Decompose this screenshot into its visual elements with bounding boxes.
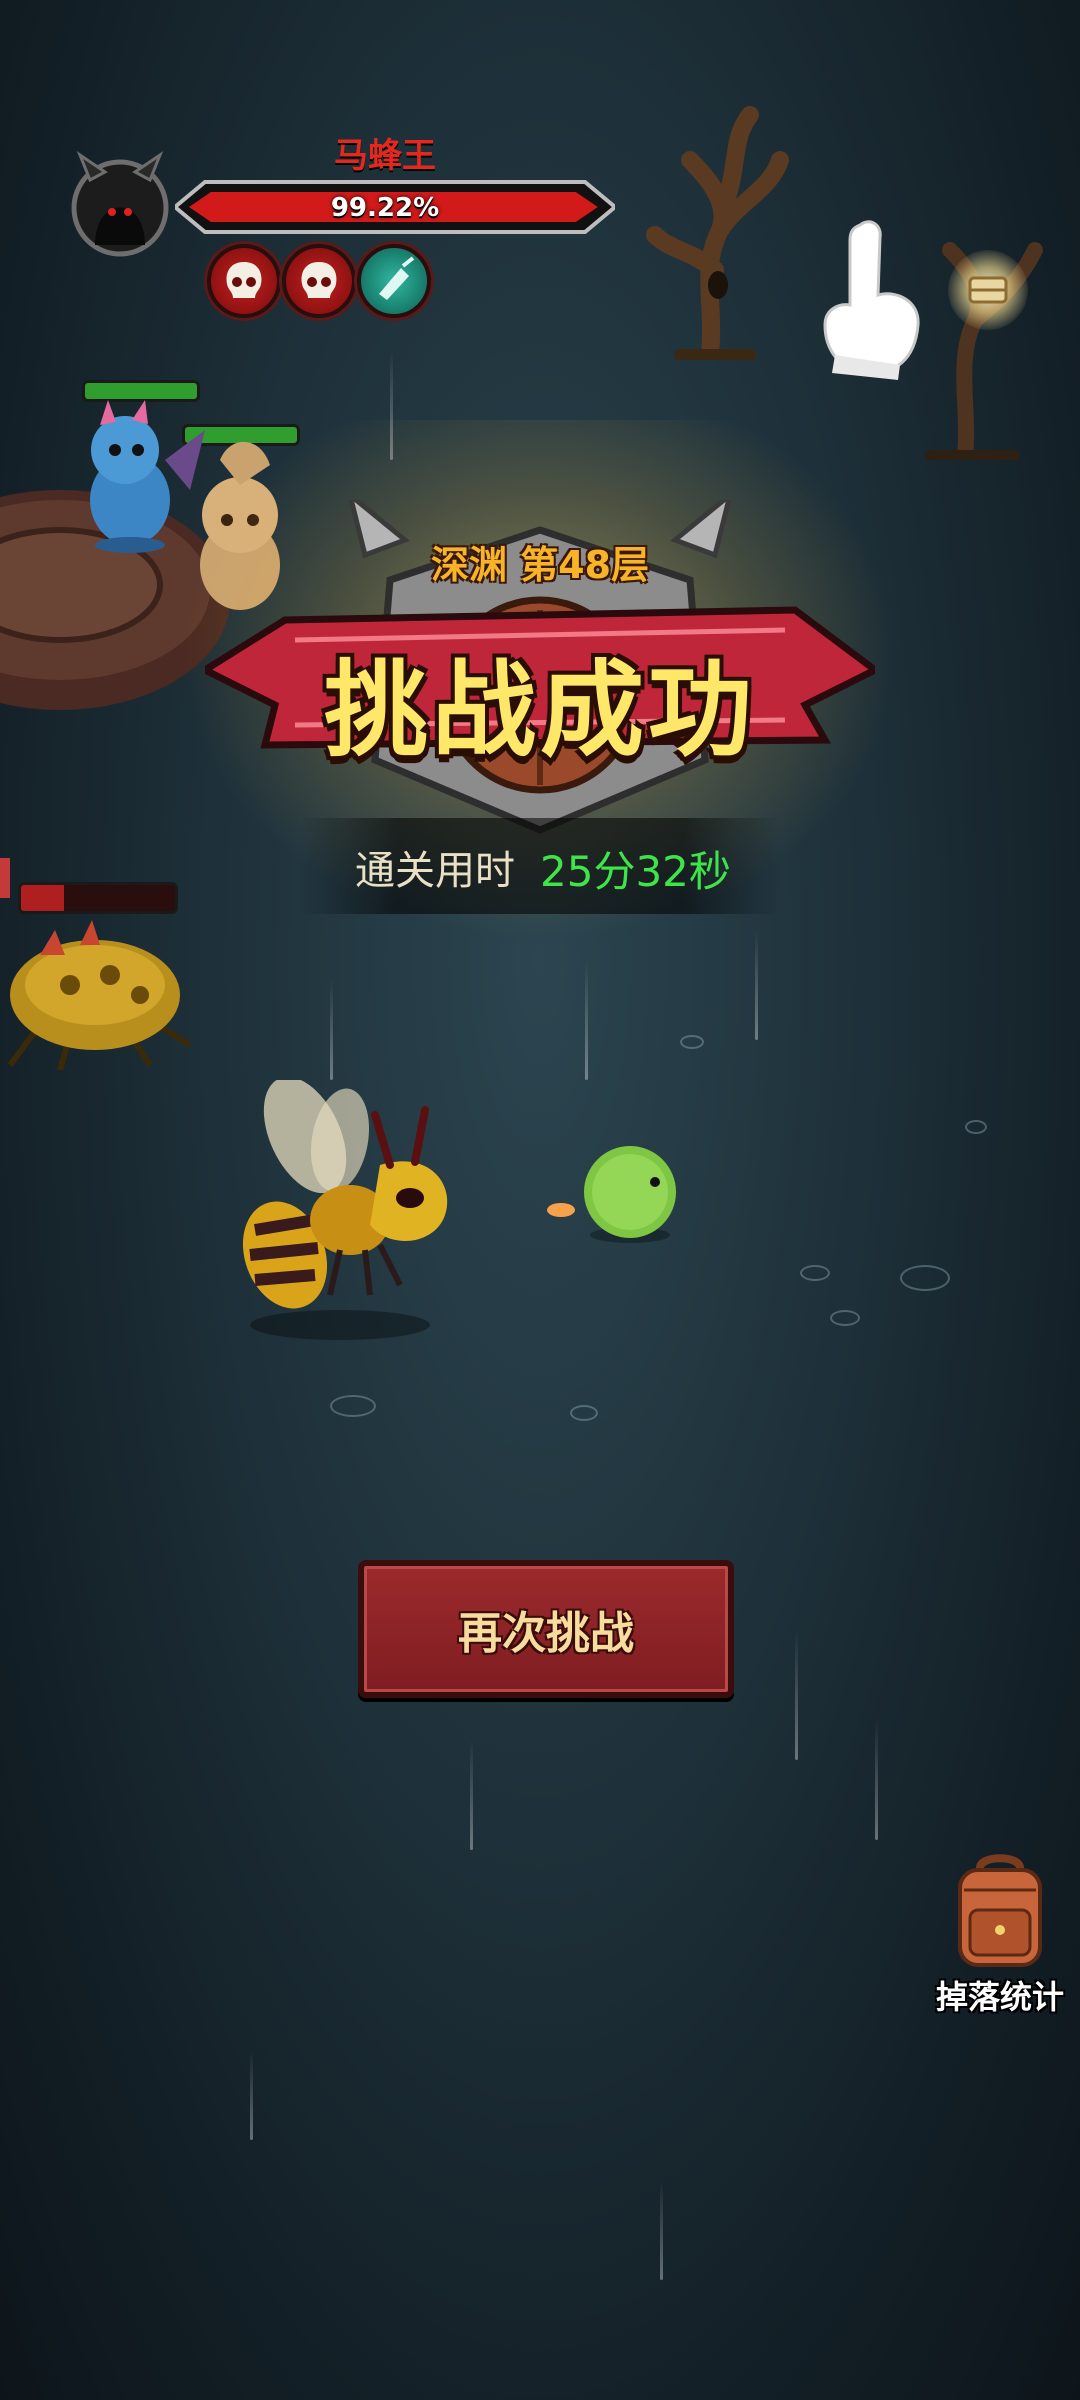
rain-streak: [250, 2050, 253, 2140]
skull-buff-icon[interactable]: [282, 244, 356, 318]
green-fuzzball-hero: [584, 1146, 676, 1243]
rain-streak: [330, 980, 333, 1080]
rain-puddle: [900, 1265, 950, 1291]
rain-streak: [875, 1720, 878, 1840]
drop-stats-button[interactable]: 掉落统计: [930, 1850, 1070, 2020]
boss-name: 马蜂王: [334, 136, 436, 176]
sweep-buff-icon[interactable]: [357, 244, 431, 318]
boss-avatar: [71, 150, 169, 257]
rain-streak: [660, 2180, 663, 2280]
rain-puddle: [330, 1395, 376, 1417]
clear-time-value: 25分32秒: [540, 847, 731, 896]
rain-streak: [470, 1740, 473, 1850]
skull-buff-icon[interactable]: [207, 244, 281, 318]
enemy-marker-icon: [0, 858, 10, 898]
rain-streak: [755, 930, 758, 1040]
dead-tree: [646, 106, 789, 360]
tap-hand-icon: [823, 220, 920, 380]
rain-streak: [795, 1630, 798, 1760]
golden-beetle-enemy: [7, 920, 192, 1071]
floor-label: 深渊 第48层: [430, 543, 650, 587]
backpack-icon: [958, 1854, 1042, 1967]
retry-challenge-label: 再次挑战: [458, 1608, 634, 1659]
rain-puddle: [830, 1310, 860, 1326]
boss-hp-percent: 99.22%: [330, 193, 440, 223]
drop-stats-label: 掉落统计: [935, 1978, 1064, 2016]
rain-puddle: [965, 1120, 987, 1134]
glowing-chest-icon[interactable]: [948, 250, 1028, 330]
wasp-king-boss: [242, 1080, 448, 1340]
clear-time-label: 通关用时: [355, 848, 515, 894]
rain-puddle: [570, 1405, 598, 1421]
enemy-hp-bar: [18, 882, 178, 914]
pet-hp-bar: [82, 380, 200, 402]
rain-streak: [585, 960, 588, 1080]
projectile-icon: [547, 1203, 575, 1217]
rain-puddle: [680, 1035, 704, 1049]
retry-challenge-button[interactable]: 再次挑战: [358, 1560, 734, 1698]
rain-puddle: [800, 1265, 830, 1281]
victory-title: 挑战成功: [323, 649, 756, 771]
